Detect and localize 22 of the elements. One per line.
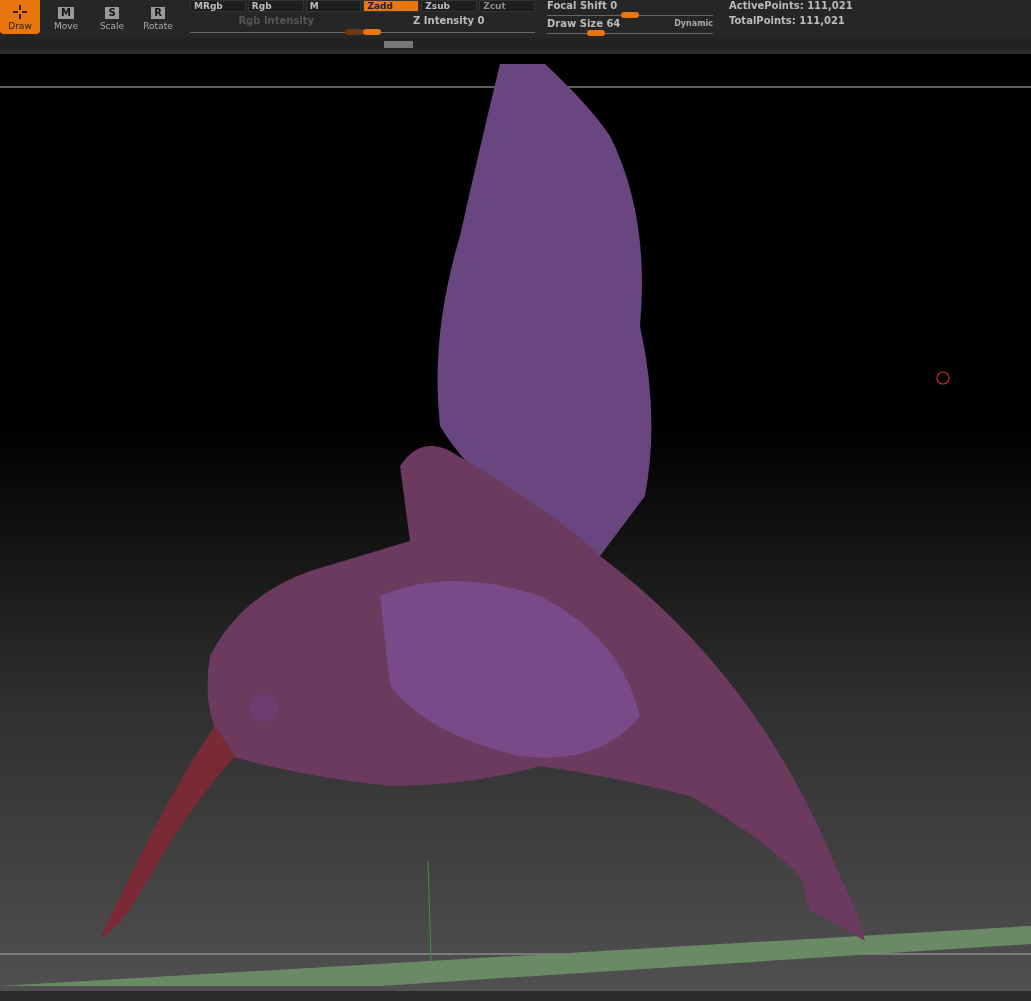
mode-button[interactable]: Zadd xyxy=(363,0,420,12)
brush-cursor-icon xyxy=(936,371,950,385)
slider-label: Z Intensity 0 xyxy=(412,15,486,26)
slider-thumb[interactable] xyxy=(621,12,639,18)
slider-thumb[interactable] xyxy=(586,30,605,36)
crosshair-icon xyxy=(13,5,27,19)
viewport-canvas[interactable] xyxy=(0,54,1031,991)
slider-label: Draw Size 64 xyxy=(547,18,621,29)
tool-button[interactable]: R Rotate xyxy=(138,0,178,34)
mode-button[interactable]: MRgb xyxy=(190,0,246,12)
mode-button[interactable]: M xyxy=(305,0,362,12)
tool-button[interactable]: M Move xyxy=(46,0,86,34)
tool-button[interactable]: S Scale xyxy=(92,0,132,34)
scroll-handle[interactable] xyxy=(384,41,413,48)
mode-button[interactable]: Zsub xyxy=(421,0,478,12)
slider-thumb[interactable] xyxy=(362,29,381,35)
point-count: ActivePoints: 111,021 xyxy=(729,0,853,11)
point-count: TotalPoints: 111,021 xyxy=(729,15,846,26)
tool-button[interactable]: Draw xyxy=(0,0,40,34)
dynamic-toggle[interactable]: Dynamic xyxy=(674,19,713,28)
mode-button[interactable]: Rgb xyxy=(247,0,304,12)
slider-label: Focal Shift 0 xyxy=(547,0,618,11)
